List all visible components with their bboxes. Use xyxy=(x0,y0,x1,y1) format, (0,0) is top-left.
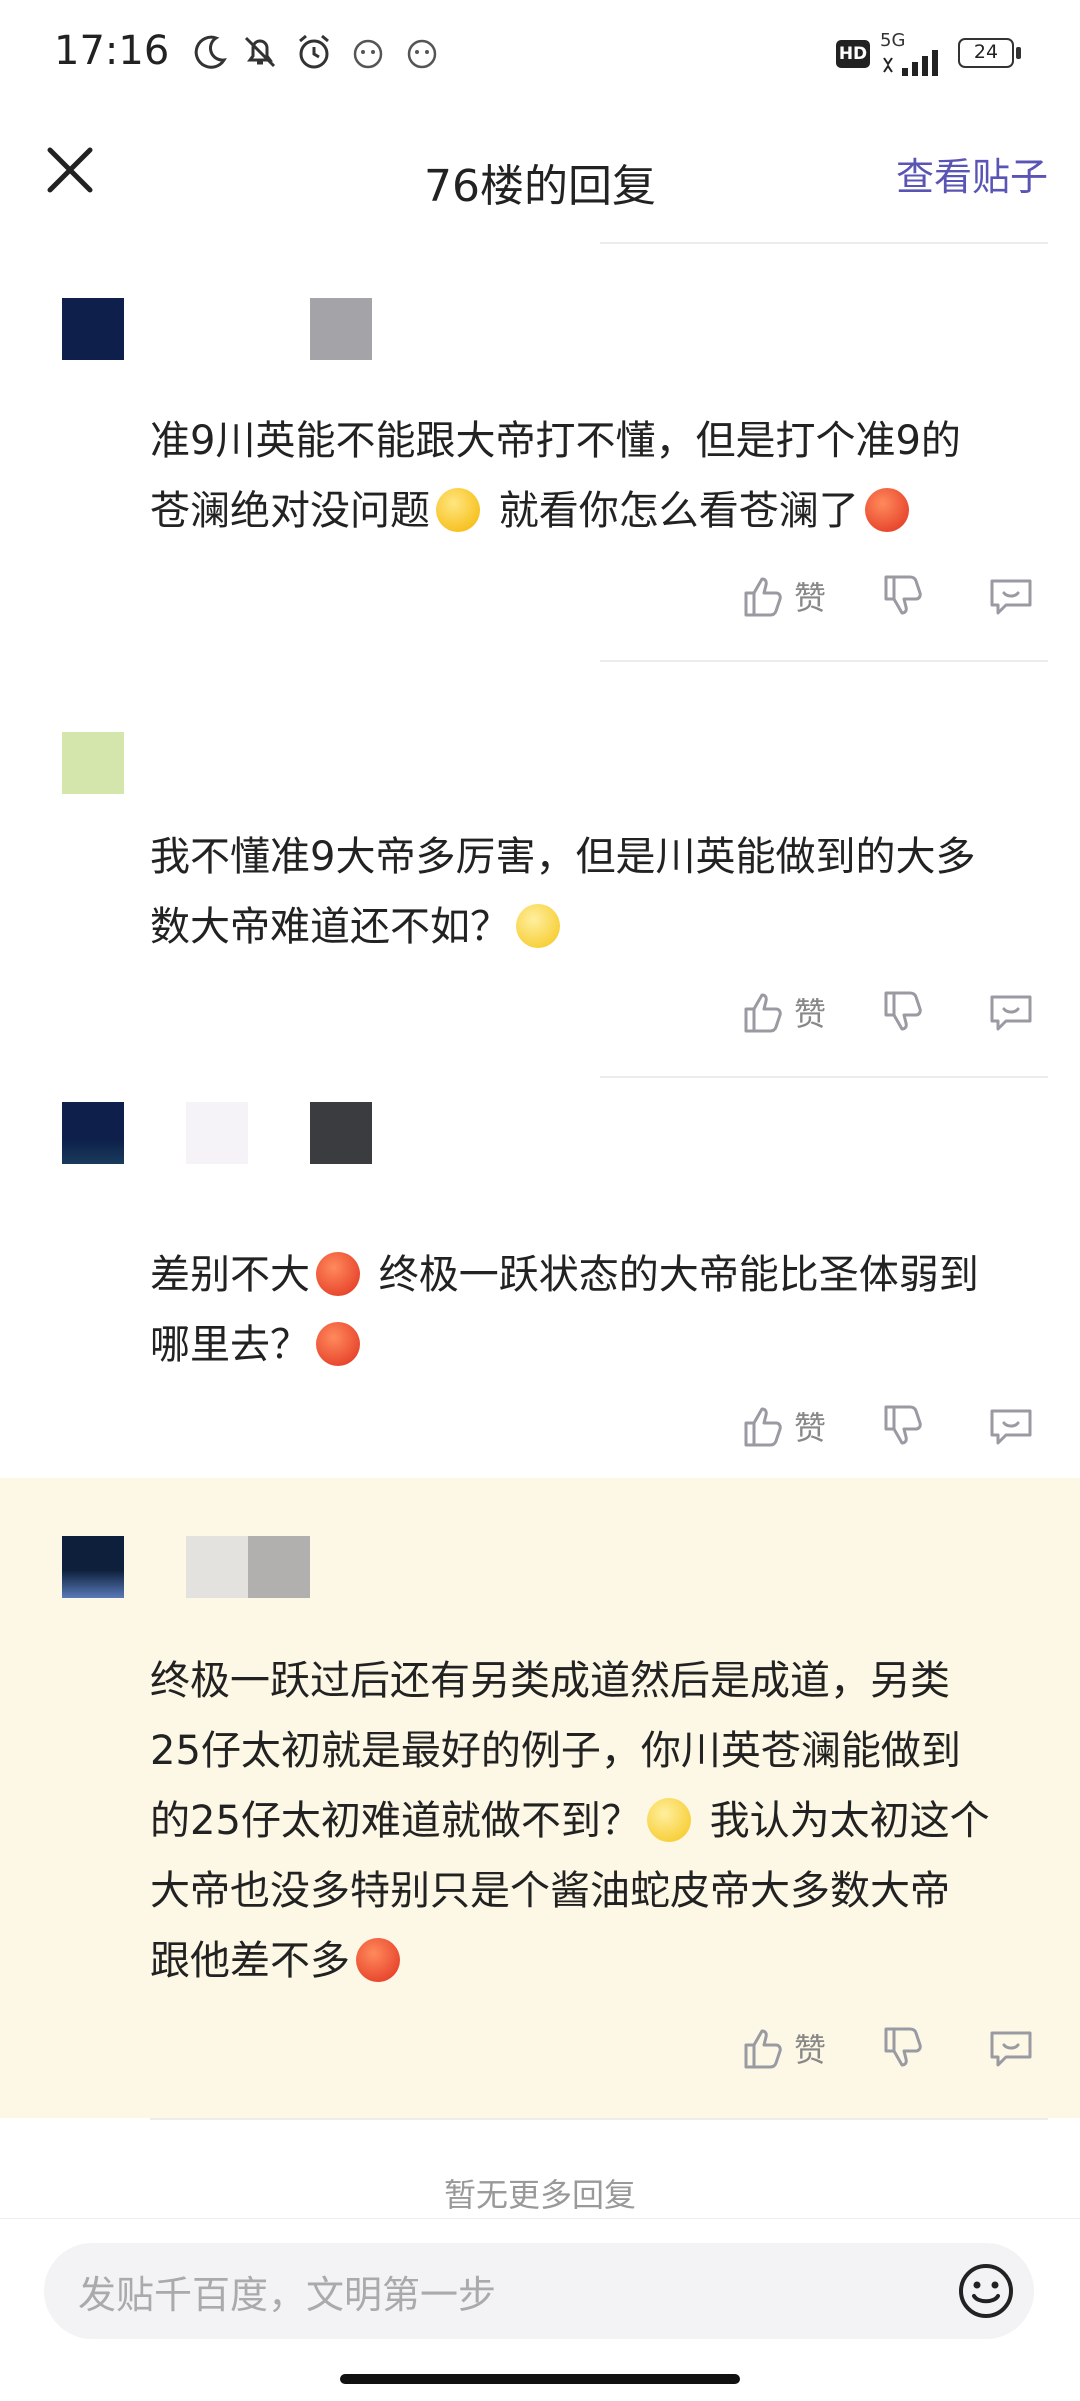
reply-item: 我不懂准9大帝多厉害，但是川英能做到的大多 数大帝难道还不如？ 赞 xyxy=(0,662,1080,1074)
like-button[interactable]: 赞 xyxy=(738,2018,826,2078)
comment-button[interactable] xyxy=(986,1396,1036,1456)
username-blurred[interactable] xyxy=(186,1536,248,1598)
dislike-button[interactable] xyxy=(878,982,928,1042)
battery-icon: 24 xyxy=(958,38,1014,68)
thinking-emoji-icon xyxy=(516,904,560,948)
reply-content: 差别不大 终极一跃状态的大帝能比圣体弱到 哪里去？ xyxy=(150,1252,979,1368)
reply-actions: 赞 xyxy=(0,566,1080,626)
reply-input-bar: 发贴千百度，文明第一步 xyxy=(0,2218,1080,2401)
signal-icon xyxy=(883,50,938,76)
thumbs-up-icon xyxy=(744,577,782,617)
reply-actions: 赞 xyxy=(0,2018,1080,2078)
thumbs-down-icon xyxy=(884,1405,922,1445)
angry-emoji-icon xyxy=(316,1322,360,1366)
no-more-replies-label: 暂无更多回复 xyxy=(443,2176,636,2214)
hd-badge: HD xyxy=(836,40,870,68)
avatar[interactable] xyxy=(62,298,124,360)
like-button[interactable]: 赞 xyxy=(738,1396,826,1456)
notification-off-icon xyxy=(244,36,276,68)
like-button[interactable]: 赞 xyxy=(738,982,826,1042)
reply-item: 准9川英能不能跟大帝打不懂，但是打个准9的 苍澜绝对没问题 就看你怎么看苍澜了 … xyxy=(0,244,1080,664)
comment-bubble-icon xyxy=(990,995,1032,1031)
thumbs-up-icon xyxy=(744,2029,782,2069)
home-indicator[interactable] xyxy=(340,2374,740,2384)
comment-bubble-icon xyxy=(990,2031,1032,2067)
top-nav-bar: 76楼的回复 查看贴子 xyxy=(0,110,1080,230)
reply-actions: 赞 xyxy=(0,982,1080,1042)
reply-item: 差别不大 终极一跃状态的大帝能比圣体弱到 哪里去？ 赞 xyxy=(0,1078,1080,1492)
thumbs-down-icon xyxy=(884,991,922,1031)
reply-content: 终极一跃过后还有另类成道然后是成道，另类 25仔太初就是最好的例子，你川英苍澜能… xyxy=(150,1658,990,1984)
dislike-button[interactable] xyxy=(878,2018,928,2078)
battery-tip xyxy=(1016,47,1021,59)
emoji-picker-icon[interactable] xyxy=(956,2261,1016,2321)
reply-content: 准9川英能不能跟大帝打不懂，但是打个准9的 苍澜绝对没问题 就看你怎么看苍澜了 xyxy=(150,418,961,534)
battery-level: 24 xyxy=(973,41,999,63)
alarm-icon xyxy=(299,34,329,69)
thumbs-up-icon xyxy=(744,993,782,1033)
reply-input-placeholder: 发贴千百度，文明第一步 xyxy=(78,2272,497,2317)
reply-actions: 赞 xyxy=(0,1396,1080,1456)
thumbs-up-icon xyxy=(744,1407,782,1447)
angry-emoji-icon xyxy=(316,1252,360,1296)
comment-button[interactable] xyxy=(986,982,1036,1042)
thinking-emoji-icon xyxy=(646,1798,691,1842)
username-blurred[interactable] xyxy=(310,1102,372,1164)
comment-button[interactable] xyxy=(986,566,1036,626)
moon-icon xyxy=(194,35,227,69)
comment-bubble-icon xyxy=(990,1409,1032,1445)
angry-emoji-icon xyxy=(356,1938,400,1982)
reply-input[interactable]: 发贴千百度，文明第一步 xyxy=(44,2243,1034,2339)
avatar[interactable] xyxy=(62,1102,124,1164)
comment-button[interactable] xyxy=(986,2018,1036,2078)
dislike-button[interactable] xyxy=(878,1396,928,1456)
app-icon xyxy=(353,39,383,69)
app-icon xyxy=(407,39,437,69)
thumbs-down-icon xyxy=(884,575,922,615)
reply-item-highlighted: 终极一跃过后还有另类成道然后是成道，另类 25仔太初就是最好的例子，你川英苍澜能… xyxy=(0,1478,1080,2118)
thumbs-down-icon xyxy=(884,2027,922,2067)
username-blurred[interactable] xyxy=(248,1536,310,1598)
comment-bubble-icon xyxy=(990,579,1032,615)
avatar[interactable] xyxy=(62,732,124,794)
avatar[interactable] xyxy=(62,1536,124,1598)
username-blurred[interactable] xyxy=(186,1102,248,1164)
like-button[interactable]: 赞 xyxy=(738,566,826,626)
smile-emoji-icon xyxy=(436,488,480,532)
dislike-button[interactable] xyxy=(878,566,928,626)
status-time: 17:16 xyxy=(54,28,170,74)
username-blurred[interactable] xyxy=(310,298,372,360)
divider xyxy=(150,2118,1048,2120)
angry-emoji-icon xyxy=(864,488,909,532)
view-post-link[interactable]: 查看贴子 xyxy=(896,146,1048,201)
status-bar: 17:16 HD 5G 24 xyxy=(0,0,1080,110)
reply-content: 我不懂准9大帝多厉害，但是川英能做到的大多 数大帝难道还不如？ xyxy=(150,834,976,950)
